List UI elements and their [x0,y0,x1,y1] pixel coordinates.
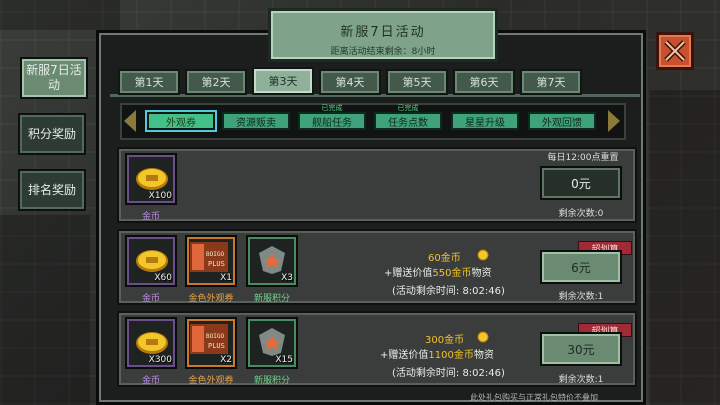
tab-day-7[interactable]: 第7天 [520,69,582,95]
reward-item-ticket: BOIGO PLUS X2 [185,317,237,369]
gold-coin-icon [136,168,168,190]
gold-coin-icon [136,250,168,272]
category-label: 资源贩卖 [236,117,276,129]
gold-coin-icon [136,332,168,354]
gold-coin-icon [477,331,489,343]
tab-label: 第3天 [268,75,298,88]
offer-main: 60金币 [428,249,461,264]
category-hint: 已完成 [321,104,343,112]
title-banner: 新服7日活动 距离活动结束剩余：8小时 [268,8,498,62]
item-quantity: X100 [148,191,172,201]
offer-countdown: (活动剩余时间: 8:02:46) [392,286,505,297]
category-label: 外观券 [166,117,196,129]
offer-coin-amount: 300金币 [425,335,465,346]
offer-gift-line: +赠送价值1100金币物资 [380,346,494,361]
item-name: 新服积分 [253,376,290,386]
reward-item-coin: X100 [125,153,177,205]
reset-time-text: 每日12:00点重置 [547,153,619,163]
footer-note: 此处礼包购买与正常礼包特价不叠加 [470,393,598,402]
ticket-brand-text: PLUS [208,260,225,268]
server-points-badge-icon [259,246,285,274]
gold-coin-icon [477,249,489,261]
side-tab-rank-reward[interactable]: 排名奖励 [18,169,86,211]
item-name: 金币 [141,294,160,304]
category-appearance-ticket[interactable]: 外观券 [147,112,215,130]
tab-day-1[interactable]: 第1天 [118,69,180,95]
offer-gift-prefix: +赠送价值 [384,268,433,279]
category-hint: 已完成 [397,104,419,112]
tab-day-6[interactable]: 第6天 [453,69,515,95]
offer-gift-suffix: 物资 [471,268,492,279]
category-label: 星星升级 [465,117,505,129]
offer-gift-prefix: +赠送价值 [380,350,429,361]
item-name: 新服积分 [253,294,290,304]
buy-button[interactable]: 6元 [540,250,622,284]
price-label: 0元 [571,176,591,191]
scroll-left-icon[interactable] [124,110,136,132]
side-tab-7day-event[interactable]: 新服7日活动 [20,57,88,99]
item-name: 金色外观券 [188,376,234,386]
category-label: 舰船任务 [312,117,352,129]
event-countdown: 距离活动结束剩余：8小时 [330,47,436,57]
item-name: 金币 [141,212,160,222]
category-ship-task[interactable]: 已完成 舰船任务 [298,104,366,130]
item-quantity: X1 [220,273,232,283]
item-name: 金色外观券 [188,294,234,304]
price-label: 30元 [567,342,595,357]
scroll-right-icon[interactable] [608,110,620,132]
reward-item-ticket: BOIGO PLUS X1 [185,235,237,287]
category-resource-sale[interactable]: 资源贩卖 [222,112,290,130]
tab-day-2[interactable]: 第2天 [185,69,247,95]
item-name: 金币 [141,376,160,386]
reward-item-coin: X60 [125,235,177,287]
ticket-brand-text: BOIGO [206,333,224,340]
remaining-count: 剩余次数:1 [558,375,604,385]
side-tab-label: 排名奖励 [27,182,76,197]
category-label: 任务点数 [388,117,428,129]
category-appearance-feedback[interactable]: 外观回馈 [528,112,596,130]
item-quantity: X15 [275,355,293,365]
offer-main: 300金币 [425,331,464,346]
reward-item-points: X15 [246,317,298,369]
close-button[interactable] [656,32,694,70]
tab-label: 第6天 [469,76,499,89]
offer-gift-line: +赠送价值550金币物资 [384,264,491,279]
tab-day-4[interactable]: 第4天 [319,69,381,95]
item-quantity: X3 [281,273,293,283]
remaining-count: 剩余次数:0 [558,209,604,219]
side-tab-points-reward[interactable]: 积分奖励 [18,113,86,155]
server-points-badge-icon [259,328,285,356]
offer-countdown: (活动剩余时间: 8:02:46) [392,368,505,379]
side-tab-label: 新服7日活动 [26,63,82,92]
price-label: 6元 [571,260,591,275]
ticket-brand-text: PLUS [208,342,225,350]
side-tab-label: 积分奖励 [27,126,76,141]
offer-gift-amount: 1100金币 [428,350,474,361]
tab-day-5[interactable]: 第5天 [386,69,448,95]
category-star-upgrade[interactable]: 星星升级 [451,112,519,130]
tab-label: 第7天 [536,76,566,89]
category-task-points[interactable]: 已完成 任务点数 [374,104,442,130]
buy-button[interactable]: 30元 [540,332,622,366]
reward-item-points: X3 [246,235,298,287]
close-icon [664,40,686,62]
tab-label: 第2天 [201,76,231,89]
tab-label: 第4天 [335,76,365,89]
tab-day-3[interactable]: 第3天 [252,67,314,95]
item-quantity: X2 [220,355,232,365]
tab-label: 第5天 [402,76,432,89]
ticket-brand-text: BOIGO [206,251,224,258]
category-label: 外观回馈 [542,117,582,129]
reward-item-coin: X300 [125,317,177,369]
offer-gift-suffix: 物资 [473,350,494,361]
item-quantity: X300 [148,355,172,365]
remaining-count: 剩余次数:1 [558,292,604,302]
offer-gift-amount: 550金币 [432,268,472,279]
item-quantity: X60 [154,273,172,283]
page-title: 新服7日活动 [340,25,426,40]
offer-coin-amount: 60金币 [428,253,461,264]
tab-label: 第1天 [134,76,164,89]
buy-button[interactable]: 0元 [540,166,622,200]
